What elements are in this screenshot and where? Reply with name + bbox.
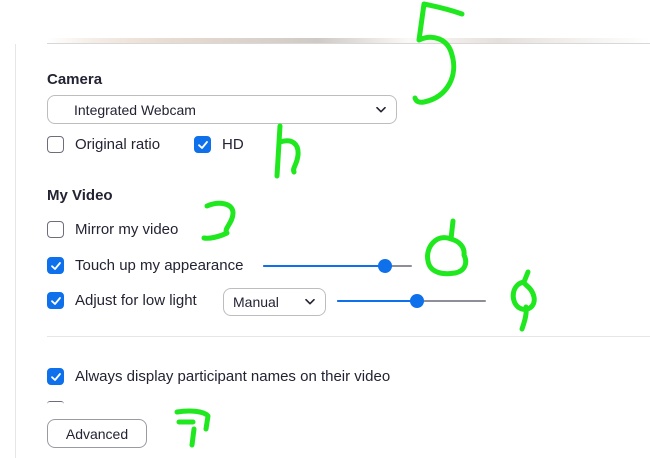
check-icon (50, 296, 61, 305)
low-light-option[interactable]: Adjust for low light (47, 292, 197, 309)
participant-names-label: Always display participant names on thei… (75, 368, 391, 385)
clipped-checkbox[interactable] (47, 401, 64, 404)
mirror-video-label: Mirror my video (75, 221, 179, 238)
touch-up-slider[interactable] (263, 259, 412, 273)
my-video-section-title: My Video (47, 187, 113, 204)
sidebar-divider (15, 44, 16, 458)
low-light-checkbox[interactable] (47, 292, 64, 309)
check-icon (50, 261, 61, 270)
slider-thumb[interactable] (378, 259, 393, 273)
slider-thumb[interactable] (410, 294, 425, 308)
low-light-label: Adjust for low light (75, 292, 197, 309)
touch-up-label: Touch up my appearance (75, 257, 244, 274)
touch-up-checkbox[interactable] (47, 257, 64, 274)
mirror-video-option[interactable]: Mirror my video (47, 221, 178, 238)
participant-names-checkbox[interactable] (47, 368, 64, 385)
check-icon (50, 372, 61, 381)
camera-section-title: Camera (47, 71, 103, 88)
annotation-five (412, 1, 465, 105)
annotation-mark-2 (274, 123, 301, 179)
camera-select-value: Integrated Webcam (74, 101, 196, 118)
check-icon (197, 140, 208, 149)
slider-fill (337, 300, 418, 302)
advanced-button[interactable]: Advanced (47, 419, 147, 448)
chevron-down-icon (305, 298, 315, 305)
original-ratio-checkbox[interactable] (47, 136, 64, 153)
video-settings-pane: Camera Integrated Webcam Original ratio … (0, 0, 650, 458)
slider-fill (263, 265, 386, 267)
touch-up-option[interactable]: Touch up my appearance (47, 257, 243, 274)
low-light-slider[interactable] (337, 294, 486, 308)
section-divider (47, 336, 650, 337)
camera-select[interactable]: Integrated Webcam (47, 95, 397, 124)
annotation-mark-5 (510, 269, 537, 332)
preview-divider (47, 43, 650, 44)
hd-option[interactable]: HD (194, 136, 244, 153)
annotation-mark-6 (174, 408, 211, 448)
original-ratio-option[interactable]: Original ratio (47, 136, 160, 153)
participant-names-option[interactable]: Always display participant names on thei… (47, 368, 390, 385)
annotation-mark-4 (425, 218, 469, 277)
annotation-mark-3 (201, 200, 236, 241)
low-light-mode-value: Manual (233, 294, 279, 310)
chevron-down-icon (376, 106, 386, 112)
low-light-mode-select[interactable]: Manual (223, 288, 326, 316)
mirror-video-checkbox[interactable] (47, 221, 64, 238)
hd-label: HD (222, 136, 244, 153)
original-ratio-label: Original ratio (75, 136, 161, 153)
hd-checkbox[interactable] (194, 136, 211, 153)
